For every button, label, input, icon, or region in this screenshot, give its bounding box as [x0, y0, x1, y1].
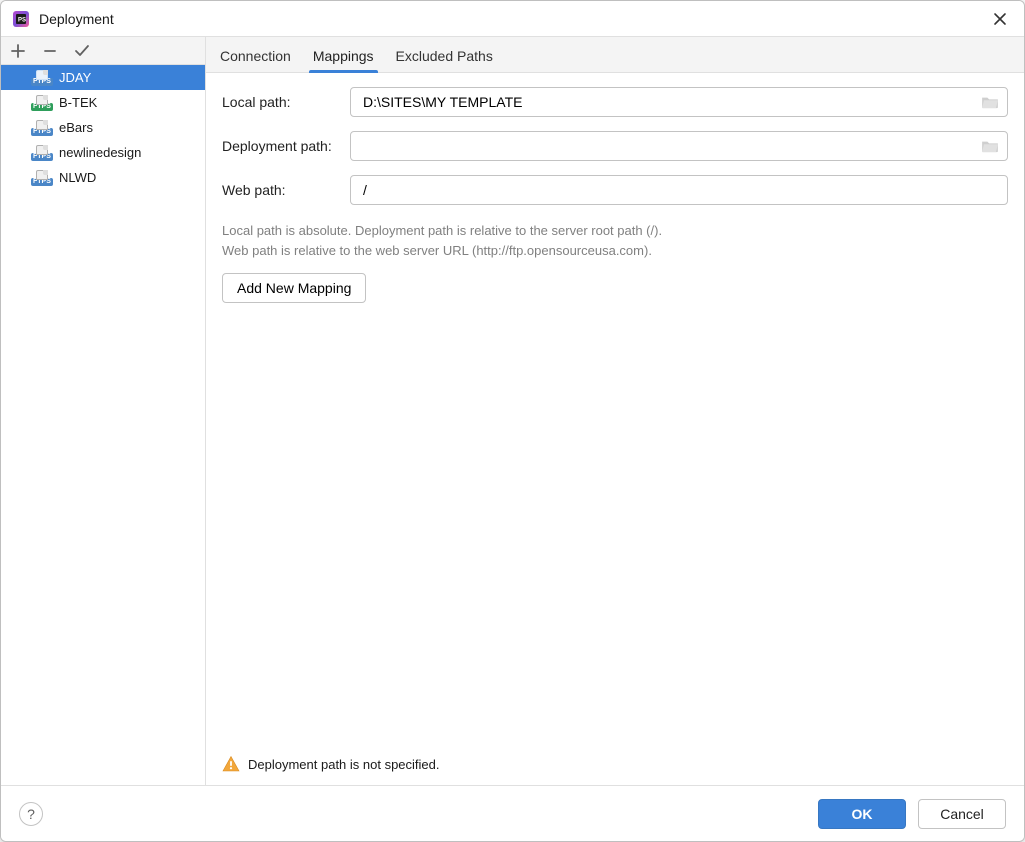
validation-warning: Deployment path is not specified. — [222, 747, 1008, 785]
tab-connection[interactable]: Connection — [218, 42, 293, 72]
add-server-button[interactable] — [7, 40, 29, 62]
sidebar-toolbar — [1, 37, 205, 65]
ftps-server-icon: FTPS — [31, 95, 53, 111]
add-new-mapping-button[interactable]: Add New Mapping — [222, 273, 366, 303]
dialog-footer: ? OK Cancel — [1, 785, 1024, 841]
web-path-field-wrap — [350, 175, 1008, 205]
window-title: Deployment — [39, 11, 114, 27]
server-sidebar: FTPSJDAYFTPSB-TEKFTPSeBarsFTPSnewlinedes… — [1, 37, 206, 785]
ok-button[interactable]: OK — [818, 799, 906, 829]
ftps-server-icon: FTPS — [31, 70, 53, 86]
mappings-panel: Local path: Deployment path: — [206, 73, 1024, 785]
remove-server-button[interactable] — [39, 40, 61, 62]
web-path-label: Web path: — [222, 182, 350, 198]
server-item-b-tek[interactable]: FTPSB-TEK — [1, 90, 205, 115]
hint-line-2: Web path is relative to the web server U… — [222, 241, 1008, 261]
warning-text: Deployment path is not specified. — [248, 757, 440, 772]
deployment-path-label: Deployment path: — [222, 138, 350, 154]
server-item-jday[interactable]: FTPSJDAY — [1, 65, 205, 90]
main-panel: Connection Mappings Excluded Paths Local p… — [206, 37, 1024, 785]
cancel-button[interactable]: Cancel — [918, 799, 1006, 829]
server-item-newlinedesign[interactable]: FTPSnewlinedesign — [1, 140, 205, 165]
hint-line-1: Local path is absolute. Deployment path … — [222, 221, 1008, 241]
apply-button[interactable] — [71, 40, 93, 62]
warning-triangle-icon — [222, 755, 240, 773]
hint-text: Local path is absolute. Deployment path … — [222, 221, 1008, 261]
svg-text:PS: PS — [18, 17, 26, 23]
local-path-label: Local path: — [222, 94, 350, 110]
server-list: FTPSJDAYFTPSB-TEKFTPSeBarsFTPSnewlinedes… — [1, 65, 205, 785]
deployment-dialog: PS Deployment FTPSJDAYFTPSB-TEKFTP — [0, 0, 1025, 842]
ftps-server-icon: FTPS — [31, 120, 53, 136]
local-path-browse-button[interactable] — [979, 91, 1001, 113]
web-path-input[interactable] — [361, 181, 997, 199]
deployment-path-field-wrap — [350, 131, 1008, 161]
server-item-ebars[interactable]: FTPSeBars — [1, 115, 205, 140]
title-bar: PS Deployment — [1, 1, 1024, 37]
help-button[interactable]: ? — [19, 802, 43, 826]
tab-excluded-paths[interactable]: Excluded Paths — [394, 42, 495, 72]
server-item-nlwd[interactable]: FTPSNLWD — [1, 165, 205, 190]
close-button[interactable] — [986, 5, 1014, 33]
ftps-server-icon: FTPS — [31, 145, 53, 161]
local-path-field-wrap — [350, 87, 1008, 117]
deployment-path-input[interactable] — [361, 137, 979, 155]
local-path-input[interactable] — [361, 93, 979, 111]
phpstorm-icon: PS — [11, 9, 31, 29]
deployment-path-browse-button[interactable] — [979, 135, 1001, 157]
ftps-server-icon: FTPS — [31, 170, 53, 186]
tab-mappings[interactable]: Mappings — [311, 42, 376, 72]
tab-bar: Connection Mappings Excluded Paths — [206, 37, 1024, 73]
